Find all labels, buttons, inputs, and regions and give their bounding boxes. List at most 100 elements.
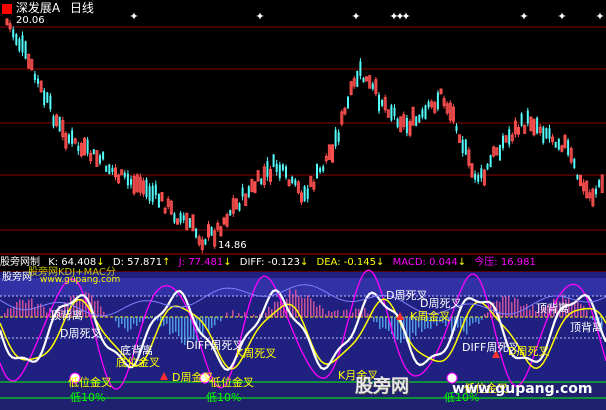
candle-body	[24, 41, 27, 59]
candle-body	[542, 127, 545, 143]
histogram-bar	[367, 313, 369, 317]
candle-body	[145, 179, 148, 198]
signal-label: 底背离	[120, 344, 153, 357]
stock-name: 深发展A	[15, 1, 61, 15]
histogram-bar	[301, 297, 303, 317]
histogram-bar	[250, 315, 252, 317]
histogram-bar	[238, 313, 240, 317]
histogram-bar	[244, 312, 246, 317]
histogram-bar	[475, 317, 477, 323]
watermark-brand: 股旁网	[355, 376, 409, 397]
histogram-bar	[46, 312, 48, 317]
candle-body	[49, 95, 52, 110]
candle-body	[99, 155, 101, 164]
histogram-bar	[127, 317, 129, 332]
signal-label: 低10%	[206, 391, 242, 404]
candle-body	[173, 213, 176, 223]
candlesticks[interactable]	[5, 18, 604, 254]
histogram-bar	[589, 317, 591, 319]
histogram-bar	[112, 316, 114, 317]
histogram-bar	[373, 317, 375, 322]
histogram-bar	[220, 317, 222, 322]
histogram-bar	[235, 317, 237, 318]
histogram-bar	[352, 312, 354, 317]
histogram-bar	[136, 317, 138, 326]
histogram-bar	[304, 298, 306, 317]
candle-body	[241, 187, 244, 197]
candle-body	[294, 179, 297, 186]
histogram-bar	[586, 310, 588, 317]
star-marker: ✦	[351, 10, 360, 23]
candle-body	[378, 94, 380, 112]
candle-body	[68, 134, 70, 144]
histogram-bar	[328, 310, 330, 317]
histogram-bar	[295, 289, 297, 317]
candle-body	[43, 90, 46, 106]
candle-body	[508, 129, 511, 145]
candle-body	[285, 166, 287, 178]
signal-label: 低10%	[70, 391, 106, 404]
candle-body	[275, 163, 278, 172]
histogram-bar	[523, 305, 525, 317]
candle-body	[461, 139, 464, 153]
candle-body	[188, 218, 191, 228]
candle-body	[278, 164, 281, 179]
signal-label: D周金叉	[172, 371, 214, 384]
candle-body	[567, 140, 570, 155]
d-value: D: 57.871	[112, 257, 163, 268]
histogram-bar	[460, 317, 462, 328]
signal-label: 底位金叉	[116, 356, 160, 369]
candle-body	[46, 92, 49, 103]
histogram-bar	[139, 317, 141, 323]
candle-body	[12, 29, 15, 38]
histogram-bar	[187, 317, 189, 341]
histogram-bar	[319, 304, 321, 317]
histogram-bar	[130, 317, 132, 330]
candle-body	[111, 167, 114, 173]
histogram-bar	[481, 317, 483, 320]
histogram-bar	[28, 299, 30, 317]
signal-label: D周死叉	[386, 289, 428, 302]
candle-body	[52, 116, 55, 127]
candle-body	[179, 213, 182, 223]
stock-header: 深发展A 日线	[2, 2, 94, 14]
histogram-bar	[22, 300, 24, 317]
histogram-bar	[172, 317, 174, 334]
histogram-bar	[229, 317, 231, 318]
candle-body	[477, 174, 480, 182]
histogram-bar	[451, 317, 453, 333]
period-label[interactable]: 日线	[70, 1, 94, 15]
histogram-bar	[181, 317, 183, 344]
histogram-bar	[31, 298, 33, 317]
candle-body	[337, 132, 340, 142]
signal-stars: ✦ ✦ ✦ ✦✦✦ ✦ ✦ ✦	[129, 10, 604, 23]
candle-body	[520, 113, 523, 126]
histogram-bar	[478, 317, 480, 325]
candle-body	[436, 92, 439, 110]
candle-body	[526, 110, 529, 124]
candle-body	[390, 105, 393, 121]
histogram-bar	[247, 317, 249, 319]
candle-body	[415, 116, 418, 126]
histogram-bar	[337, 310, 339, 317]
histogram-bar	[274, 301, 276, 317]
candle-body	[557, 138, 560, 150]
j-value: J: 77.481	[178, 257, 224, 268]
histogram-bar	[313, 301, 315, 317]
histogram-bar	[499, 301, 501, 317]
star-marker: ✦	[519, 10, 528, 23]
histogram-bar	[343, 310, 345, 317]
histogram-bar	[178, 317, 180, 337]
candle-body	[123, 172, 126, 178]
candle-body	[148, 186, 151, 201]
low-price-label: 14.86	[218, 240, 247, 251]
histogram-bar	[511, 302, 513, 317]
candle-body	[303, 186, 306, 202]
histogram-bar	[262, 317, 264, 318]
histogram-bar	[175, 317, 177, 332]
histogram-bar	[151, 317, 153, 319]
candle-body	[536, 117, 539, 134]
candle-body	[502, 135, 504, 148]
histogram-bar	[265, 312, 267, 317]
signal-label: 低位金叉	[68, 376, 112, 389]
